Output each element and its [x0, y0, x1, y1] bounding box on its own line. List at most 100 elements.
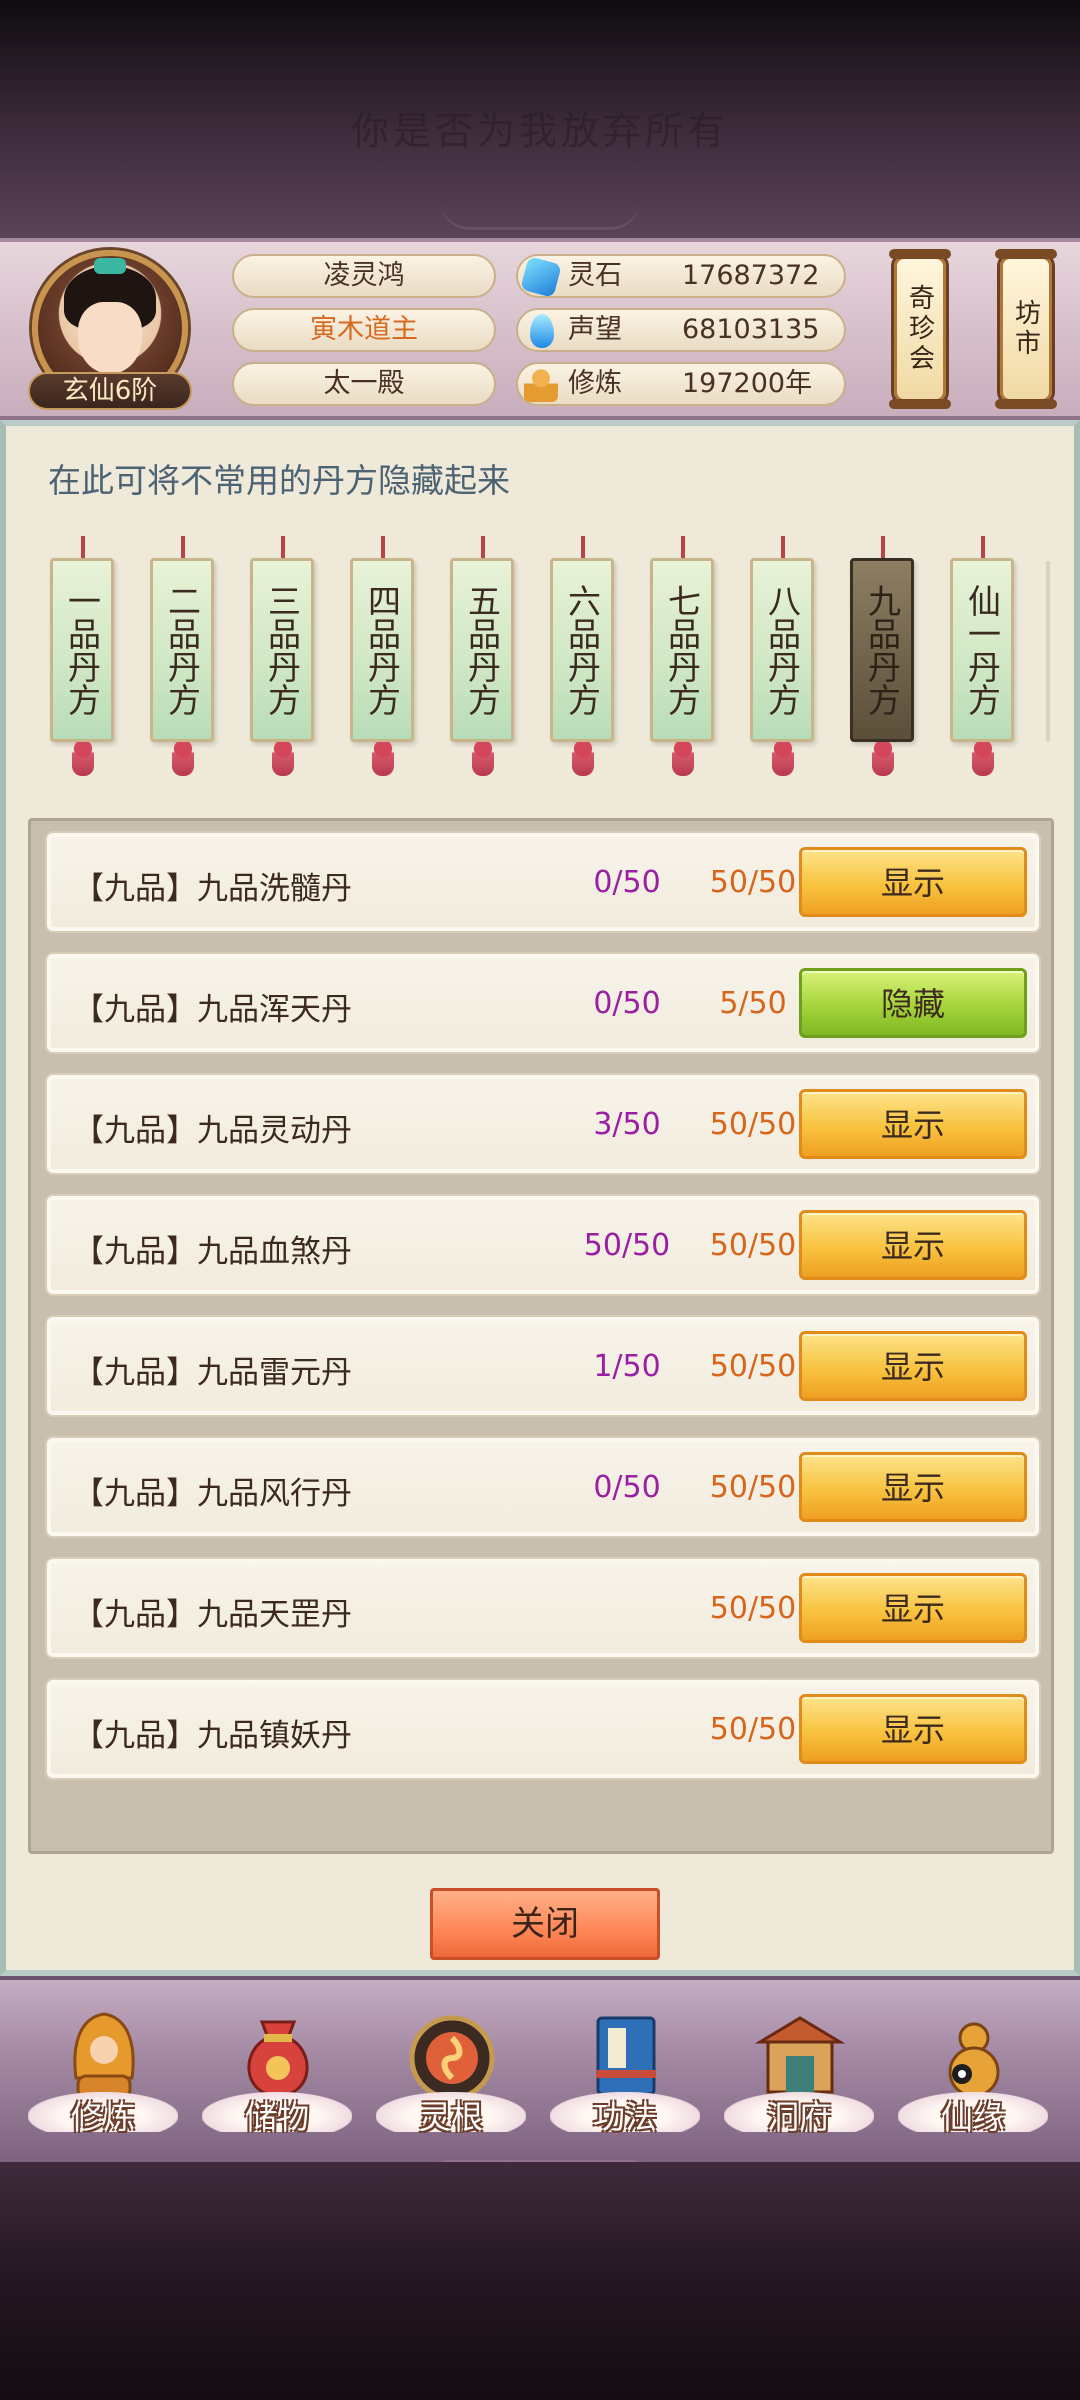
tag-string	[181, 536, 185, 560]
tab-label: 六品丹方	[550, 558, 614, 742]
nav-cave[interactable]: 洞府	[724, 2000, 874, 2160]
tab-grade-6[interactable]: 六品丹方	[548, 536, 618, 776]
list-item: 【九品】九品血煞丹 50/50 50/50 显示	[45, 1194, 1041, 1296]
player-name: 凌灵鸿	[232, 254, 496, 298]
tab-grade-3[interactable]: 三品丹方	[248, 536, 318, 776]
recipe-name: 【九品】九品风行丹	[73, 1476, 352, 1512]
recipe-name: 【九品】九品洗髓丹	[73, 871, 352, 907]
reputation-drop-icon	[530, 314, 554, 348]
tab-label: 五品丹方	[450, 558, 514, 742]
recipe-name: 【九品】九品浑天丹	[73, 992, 352, 1028]
player-sect: 太一殿	[232, 362, 496, 406]
background-title: 你是否为我放弃所有	[350, 109, 729, 153]
hide-button[interactable]: 隐藏	[799, 968, 1027, 1038]
tag-string	[681, 536, 685, 560]
tag-string	[381, 536, 385, 560]
recipe-visibility-panel: 在此可将不常用的丹方隐藏起来 一品丹方 二品丹方 三品丹方 四品丹方 五品丹方	[0, 420, 1080, 1976]
tassel-icon	[872, 742, 894, 776]
recipe-name: 【九品】九品天罡丹	[73, 1597, 352, 1633]
recipe-name: 【九品】九品镇妖丹	[73, 1718, 352, 1754]
avatar-face	[78, 302, 142, 374]
stat-value: 68103135	[682, 314, 820, 345]
list-item: 【九品】九品浑天丹 0/50 5/50 隐藏	[45, 952, 1041, 1054]
nav-techniques[interactable]: 功法	[550, 2000, 700, 2160]
tassel-icon	[672, 742, 694, 776]
tab-grade-4[interactable]: 四品丹方	[348, 536, 418, 776]
nav-label: 功法	[592, 2098, 657, 2136]
nav-fate[interactable]: 仙缘	[898, 2000, 1048, 2160]
bottom-nav: 修炼 储物 灵根 功法 洞府 仙缘	[0, 1976, 1080, 2162]
show-button[interactable]: 显示	[799, 1452, 1027, 1522]
stat-label: 修炼	[568, 368, 622, 399]
market-button[interactable]: 坊市	[995, 249, 1057, 409]
tab-grade-8[interactable]: 八品丹方	[748, 536, 818, 776]
tab-label: 仙一丹方	[950, 558, 1014, 742]
tab-label: 九品丹方	[850, 558, 914, 742]
avatar-crown	[94, 258, 126, 274]
tag-string	[881, 536, 885, 560]
tassel-icon	[472, 742, 494, 776]
show-button[interactable]: 显示	[799, 847, 1027, 917]
nav-label: 储物	[244, 2098, 309, 2136]
nav-label: 洞府	[766, 2098, 831, 2136]
tab-grade-5[interactable]: 五品丹方	[448, 536, 518, 776]
list-item: 【九品】九品雷元丹 1/50 50/50 显示	[45, 1315, 1041, 1417]
list-item: 【九品】九品洗髓丹 0/50 50/50 显示	[45, 831, 1041, 933]
tab-label: 一品丹方	[50, 558, 114, 742]
spirit-stone-icon	[520, 256, 562, 298]
tag-string	[481, 536, 485, 560]
show-button[interactable]: 显示	[799, 1573, 1027, 1643]
show-button[interactable]: 显示	[799, 1694, 1027, 1764]
stat-reputation: 声望 68103135	[516, 308, 846, 352]
recipe-name: 【九品】九品雷元丹	[73, 1355, 352, 1391]
nav-cultivate[interactable]: 修炼	[28, 2000, 178, 2160]
list-item: 【九品】九品天罡丹 50/50 显示	[45, 1557, 1041, 1659]
tab-label: 四品丹方	[350, 558, 414, 742]
close-button[interactable]: 关闭	[430, 1888, 660, 1960]
tab-label: 二品丹方	[150, 558, 214, 742]
tag-string	[781, 536, 785, 560]
list-item: 【九品】九品镇妖丹 50/50 显示	[45, 1678, 1041, 1780]
tab-grade-9[interactable]: 九品丹方	[848, 536, 918, 776]
stat-spirit-stone: 灵石 17687372	[516, 254, 846, 298]
tassel-icon	[372, 742, 394, 776]
recipe-name: 【九品】九品灵动丹	[73, 1113, 352, 1149]
tassel-icon	[172, 742, 194, 776]
recipe-name: 【九品】九品血煞丹	[73, 1234, 352, 1270]
player-header: 玄仙6阶 凌灵鸿 寅木道主 太一殿 灵石 17687372 声望 6810313…	[0, 238, 1080, 420]
nav-label: 仙缘	[940, 2098, 1005, 2136]
show-button[interactable]: 显示	[799, 1331, 1027, 1401]
bottom-backdrop	[0, 2162, 1080, 2400]
stat-label: 灵石	[568, 260, 622, 291]
show-button[interactable]: 显示	[799, 1089, 1027, 1159]
player-title: 寅木道主	[232, 308, 496, 352]
list-item: 【九品】九品灵动丹 3/50 50/50 显示	[45, 1073, 1041, 1175]
recipe-list[interactable]: 【九品】九品洗髓丹 0/50 50/50 显示 【九品】九品浑天丹 0/50 5…	[28, 818, 1054, 1854]
stat-cultivation: 修炼 197200年	[516, 362, 846, 406]
tab-immortal-1[interactable]: 仙一丹方	[948, 536, 1018, 776]
nav-spirit-root[interactable]: 灵根	[376, 2000, 526, 2160]
stat-value: 17687372	[682, 260, 820, 291]
tab-label: 八品丹方	[750, 558, 814, 742]
rank-badge: 玄仙6阶	[28, 372, 192, 410]
show-button[interactable]: 显示	[799, 1210, 1027, 1280]
tassel-icon	[72, 742, 94, 776]
tab-label: 七品丹方	[650, 558, 714, 742]
nav-label: 灵根	[418, 2098, 483, 2136]
tassel-icon	[772, 742, 794, 776]
list-item: 【九品】九品风行丹 0/50 50/50 显示	[45, 1436, 1041, 1538]
tag-string	[581, 536, 585, 560]
stat-label: 声望	[568, 314, 622, 345]
tab-grade-1[interactable]: 一品丹方	[48, 536, 118, 776]
nav-storage[interactable]: 储物	[202, 2000, 352, 2160]
panel-hint: 在此可将不常用的丹方隐藏起来	[48, 461, 510, 500]
treasure-auction-button[interactable]: 奇珍会	[889, 249, 951, 409]
tassel-icon	[972, 742, 994, 776]
tab-grade-7[interactable]: 七品丹方	[648, 536, 718, 776]
tassel-icon	[572, 742, 594, 776]
tassel-icon	[272, 742, 294, 776]
cultivation-monk-icon	[524, 368, 558, 402]
grade-tabs: 一品丹方 二品丹方 三品丹方 四品丹方 五品丹方 六品丹方 七品丹方 八品丹方 …	[40, 536, 1050, 786]
tab-grade-2[interactable]: 二品丹方	[148, 536, 218, 776]
tabs-scrollbar[interactable]	[1046, 561, 1050, 741]
